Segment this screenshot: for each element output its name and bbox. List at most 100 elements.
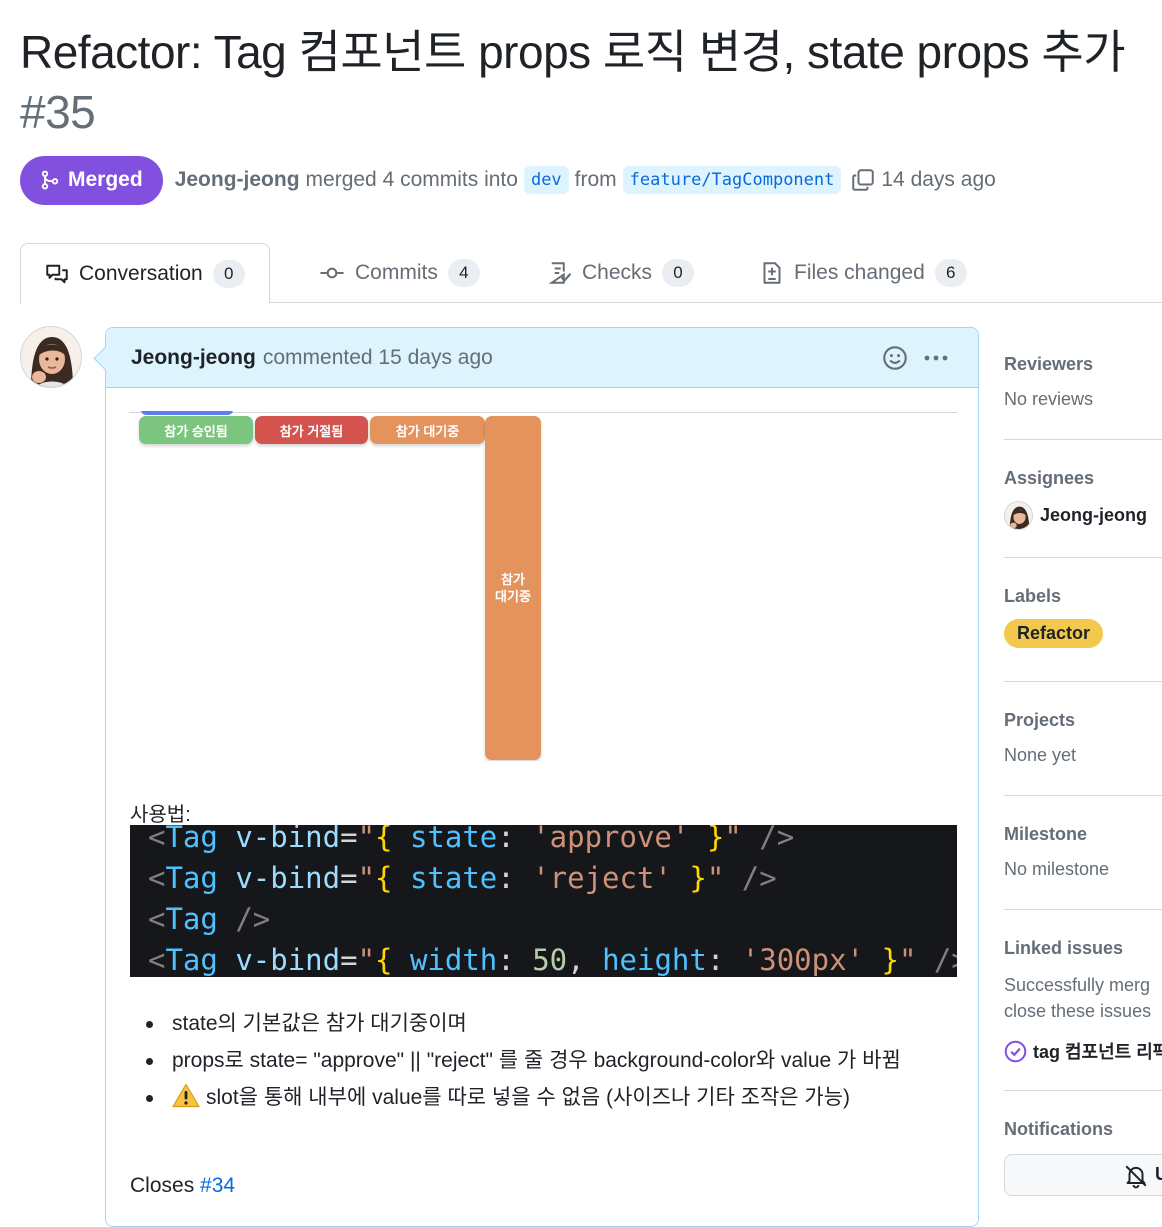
- tag-waiting: 참가 대기중: [370, 416, 485, 444]
- closes-line: Closes #34: [130, 1174, 235, 1198]
- merged-status-badge: Merged: [20, 155, 163, 205]
- notification-subscribe-button[interactable]: U: [1004, 1154, 1162, 1196]
- linked-issues-text-line2: close these issues: [1004, 1001, 1152, 1021]
- base-branch[interactable]: dev: [523, 166, 569, 194]
- comment-author-link[interactable]: Jeong-jeong: [131, 346, 256, 370]
- sidebar-divider: [1004, 557, 1162, 558]
- sidebar-divider: [1004, 909, 1162, 910]
- copy-icon[interactable]: [851, 168, 875, 192]
- assignee-name: Jeong-jeong: [1040, 505, 1147, 525]
- assignees-title[interactable]: Assignees: [1004, 468, 1162, 489]
- sidebar-divider: [1004, 1090, 1162, 1091]
- git-merge-icon: [41, 170, 59, 190]
- milestone-value: No milestone: [1004, 859, 1110, 879]
- code-screenshot: <Tag v-bind="{ state: 'approve' }" /> <T…: [130, 825, 957, 977]
- tab-files-changed-count: 6: [934, 259, 967, 287]
- pr-meta-row: Merged Jeong-jeong merged 4 commits into…: [20, 155, 996, 205]
- merge-description: Jeong-jeong merged 4 commits into dev fr…: [175, 166, 996, 194]
- reviewers-section: Reviewers No reviews: [1004, 354, 1162, 410]
- tab-checks-count: 0: [662, 259, 695, 287]
- linked-issues-section: Linked issues Successfully merg close th…: [1004, 938, 1162, 1064]
- merged-time: 14 days ago: [881, 168, 996, 191]
- notification-button-label: U: [1155, 1164, 1162, 1185]
- kebab-horizontal-icon[interactable]: [922, 346, 950, 370]
- linked-issues-title: Linked issues: [1004, 938, 1124, 958]
- tab-conversation-label: Conversation: [79, 261, 203, 285]
- author-avatar[interactable]: [20, 326, 82, 388]
- notifications-section: Notifications U: [1004, 1119, 1162, 1196]
- preview-divider: [129, 412, 957, 413]
- tab-files-changed[interactable]: Files changed 6: [760, 243, 967, 303]
- merge-text: merged 4 commits into: [305, 168, 518, 191]
- notes-list: state의 기본값은 참가 대기중이며 props로 state= "appr…: [130, 1008, 950, 1119]
- bell-slash-icon: [1125, 1165, 1147, 1189]
- code-line: <Tag v-bind="{ width: 50, height: '300px…: [148, 943, 957, 977]
- notifications-title: Notifications: [1004, 1119, 1114, 1139]
- list-item: slot을 통해 내부에 value를 따로 넣을 수 없음 (사이즈나 기타 …: [130, 1082, 950, 1113]
- projects-title[interactable]: Projects: [1004, 710, 1162, 731]
- issue-closed-icon: [1004, 1040, 1027, 1062]
- sidebar-divider: [1004, 439, 1162, 440]
- tab-commits-label: Commits: [355, 261, 438, 284]
- linked-issues-description: Successfully merg close these issues: [1004, 972, 1162, 1024]
- file-diff-icon: [763, 262, 781, 284]
- code-line: <Tag />: [148, 902, 271, 936]
- comment-header: Jeong-jeong commented 15 days ago: [106, 328, 978, 388]
- tag-tall-waiting: 참가 대기중: [485, 416, 541, 760]
- assignees-section: Assignees Jeong-jeong: [1004, 468, 1162, 530]
- tab-commits[interactable]: Commits 4: [319, 243, 480, 303]
- preview-blue-tag-edge: [141, 411, 233, 415]
- assignee-item[interactable]: Jeong-jeong: [1004, 501, 1162, 530]
- linked-issue-title: tag 컴포넌트 리팩: [1033, 1042, 1162, 1062]
- from-text: from: [574, 168, 617, 191]
- labels-section: Labels Refactor: [1004, 586, 1162, 648]
- tag-approve: 참가 승인됨: [139, 416, 253, 444]
- reviewers-title[interactable]: Reviewers: [1004, 354, 1162, 375]
- checklist-icon: [548, 262, 572, 284]
- assignee-avatar: [1004, 501, 1033, 530]
- list-item: state의 기본값은 참가 대기중이며: [130, 1008, 950, 1039]
- memoji-avatar-image: [1005, 502, 1032, 529]
- labels-title[interactable]: Labels: [1004, 586, 1162, 607]
- tab-checks-label: Checks: [582, 261, 653, 284]
- projects-section: Projects None yet: [1004, 710, 1162, 766]
- linked-issues-text-line1: Successfully merg: [1004, 975, 1151, 995]
- label-refactor[interactable]: Refactor: [1004, 619, 1104, 648]
- sidebar-divider: [1004, 795, 1162, 796]
- closes-text: Closes: [130, 1174, 195, 1197]
- warning-note-text: slot을 통해 내부에 value를 따로 넣을 수 없음 (사이즈나 기타 …: [206, 1086, 851, 1109]
- tab-checks[interactable]: Checks 0: [548, 243, 695, 303]
- reviewers-value: No reviews: [1004, 389, 1094, 409]
- closes-issue-link[interactable]: #34: [200, 1174, 235, 1197]
- milestone-section: Milestone No milestone: [1004, 824, 1162, 880]
- tag-preview-screenshot: 참가 승인됨 참가 거절됨 참가 대기중 참가 대기중: [129, 411, 957, 761]
- sidebar-divider: [1004, 681, 1162, 682]
- pr-tabs: Conversation 0 Commits 4 Checks 0 Files …: [20, 243, 1162, 304]
- pr-title-text: Refactor: Tag 컴포넌트 props 로직 변경, state pr…: [20, 26, 1126, 78]
- pr-number: #35: [20, 86, 96, 138]
- pr-title: Refactor: Tag 컴포넌트 props 로직 변경, state pr…: [20, 22, 1150, 142]
- code-line: <Tag v-bind="{ state: 'approve' }" />: [148, 825, 795, 854]
- memoji-avatar-image: [21, 327, 81, 387]
- tab-files-changed-label: Files changed: [794, 261, 925, 284]
- comment-discussion-icon: [46, 264, 68, 283]
- smiley-icon[interactable]: [882, 345, 908, 371]
- tag-reject: 참가 거절됨: [255, 416, 368, 444]
- tab-conversation-count: 0: [212, 259, 245, 288]
- git-commit-icon: [320, 267, 344, 279]
- merged-status-label: Merged: [68, 168, 143, 191]
- tag-tall-line2: 대기중: [495, 589, 531, 604]
- linked-issue-item[interactable]: tag 컴포넌트 리팩: [1004, 1038, 1162, 1064]
- list-item: props로 state= "approve" || "reject" 를 줄 …: [130, 1045, 950, 1076]
- comment-box: Jeong-jeong commented 15 days ago 참가 승인됨…: [105, 327, 979, 1227]
- tab-commits-count: 4: [447, 259, 480, 287]
- usage-label: 사용법:: [130, 804, 191, 826]
- warning-icon: [172, 1083, 200, 1108]
- tag-tall-line1: 참가: [501, 572, 525, 587]
- milestone-title[interactable]: Milestone: [1004, 824, 1162, 845]
- head-branch[interactable]: feature/TagComponent: [622, 166, 842, 194]
- code-line: <Tag v-bind="{ state: 'reject' }" />: [148, 861, 777, 895]
- pr-author-link[interactable]: Jeong-jeong: [175, 168, 300, 192]
- projects-value: None yet: [1004, 745, 1077, 765]
- tab-conversation[interactable]: Conversation 0: [20, 243, 270, 304]
